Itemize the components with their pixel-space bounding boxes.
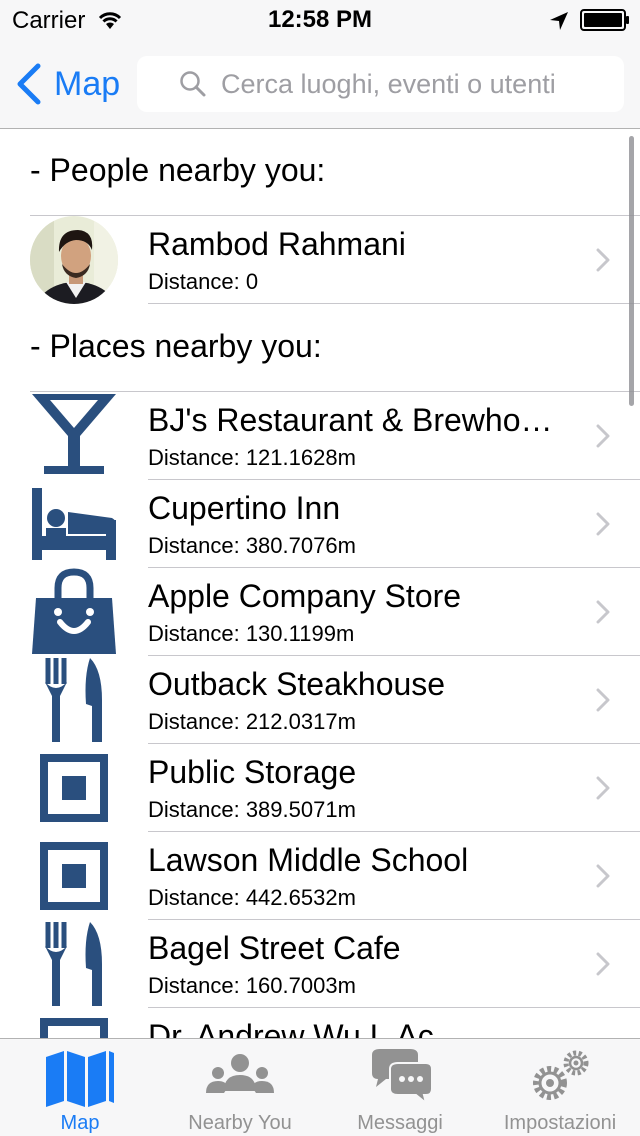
map-icon	[46, 1051, 114, 1107]
places-section-header: - Places nearby you:	[30, 328, 322, 364]
square-icon	[40, 842, 108, 910]
chevron-right-icon	[596, 952, 610, 976]
tab-map[interactable]: Map	[0, 1039, 160, 1136]
place-distance: Distance: 130.1199m	[148, 621, 355, 646]
person-name: Rambod Rahmani	[148, 226, 406, 262]
tab-label: Impostazioni	[503, 1112, 617, 1134]
search-input[interactable]	[221, 68, 611, 100]
tab-bar: Map Nearby You Messaggi Impostazioni	[0, 1038, 640, 1136]
fork-knife-icon	[45, 658, 102, 742]
chevron-right-icon	[596, 600, 610, 624]
tab-nearby-you[interactable]: Nearby You	[160, 1039, 320, 1136]
place-name: BJ's Restaurant & Brewhouse	[148, 402, 568, 438]
place-name: Bagel Street Cafe	[148, 930, 401, 966]
place-distance: Distance: 442.6532m	[148, 885, 356, 910]
chat-bubbles-icon	[372, 1049, 433, 1106]
gears-icon	[533, 1050, 589, 1100]
battery-icon	[580, 9, 629, 31]
fork-knife-icon	[45, 922, 102, 1006]
square-icon	[40, 754, 108, 822]
list-item-place[interactable]: Apple Company Store Distance: 130.1199m	[0, 568, 640, 656]
chevron-right-icon	[596, 424, 610, 448]
tab-messaggi[interactable]: Messaggi	[320, 1039, 480, 1136]
navigation-bar: Map	[0, 40, 640, 129]
status-time: 12:58 PM	[267, 6, 373, 33]
place-name: Apple Company Store	[148, 578, 462, 614]
people-icon	[206, 1054, 274, 1093]
list-item-place[interactable]: Public Storage Distance: 389.5071m	[0, 744, 640, 832]
tab-label: Map	[60, 1112, 100, 1134]
divider	[148, 303, 640, 304]
list-item-place[interactable]: BJ's Restaurant & Brewhouse Distance: 12…	[0, 392, 640, 480]
location-arrow-icon	[550, 12, 568, 30]
place-name: Public Storage	[148, 754, 357, 790]
user-avatar	[30, 216, 118, 304]
scroll-indicator[interactable]	[629, 136, 634, 406]
place-distance: Distance: 389.5071m	[148, 797, 356, 822]
tab-label: Nearby You	[188, 1112, 292, 1134]
place-name: Outback Steakhouse	[148, 666, 446, 702]
place-name: Cupertino Inn	[148, 490, 341, 526]
chevron-right-icon	[596, 512, 610, 536]
chevron-right-icon	[596, 776, 610, 800]
place-distance: Distance: 380.7076m	[148, 533, 356, 558]
chevron-left-icon	[17, 63, 41, 105]
list-item-person[interactable]: Rambod Rahmani Distance: 0	[0, 216, 640, 304]
place-distance: Distance: 121.1628m	[148, 445, 356, 470]
tab-impostazioni[interactable]: Impostazioni	[480, 1039, 640, 1136]
tab-label: Messaggi	[357, 1112, 443, 1134]
list-item-place[interactable]: Cupertino Inn Distance: 380.7076m	[0, 480, 640, 568]
chevron-right-icon	[596, 248, 610, 272]
bed-icon	[32, 488, 116, 560]
people-section-header: - People nearby you:	[30, 152, 326, 188]
person-distance: Distance: 0	[148, 269, 259, 294]
nearby-list[interactable]: - People nearby you: Rambod Rahmani Dist…	[0, 130, 640, 1038]
back-button[interactable]: Map	[14, 62, 120, 106]
search-icon	[180, 71, 206, 97]
list-item-place[interactable]: Lawson Middle School Distance: 442.6532m	[0, 832, 640, 920]
square-icon	[40, 1018, 108, 1038]
place-distance: Distance: 160.7003m	[148, 973, 356, 998]
list-item-place[interactable]: Outback Steakhouse Distance: 212.0317m	[0, 656, 640, 744]
place-name: Dr. Andrew Wu L.Ac	[148, 1018, 434, 1038]
list-item-place[interactable]: Dr. Andrew Wu L.Ac	[0, 1008, 640, 1038]
back-label: Map	[54, 64, 121, 103]
place-distance: Distance: 212.0317m	[148, 709, 356, 734]
search-field[interactable]	[137, 56, 624, 112]
shopping-bag-icon	[32, 568, 116, 654]
chevron-right-icon	[596, 864, 610, 888]
status-bar: Carrier 12:58 PM	[0, 0, 640, 40]
cocktail-icon	[32, 394, 116, 474]
chevron-right-icon	[596, 688, 610, 712]
list-item-place[interactable]: Bagel Street Cafe Distance: 160.7003m	[0, 920, 640, 1008]
place-name: Lawson Middle School	[148, 842, 469, 878]
